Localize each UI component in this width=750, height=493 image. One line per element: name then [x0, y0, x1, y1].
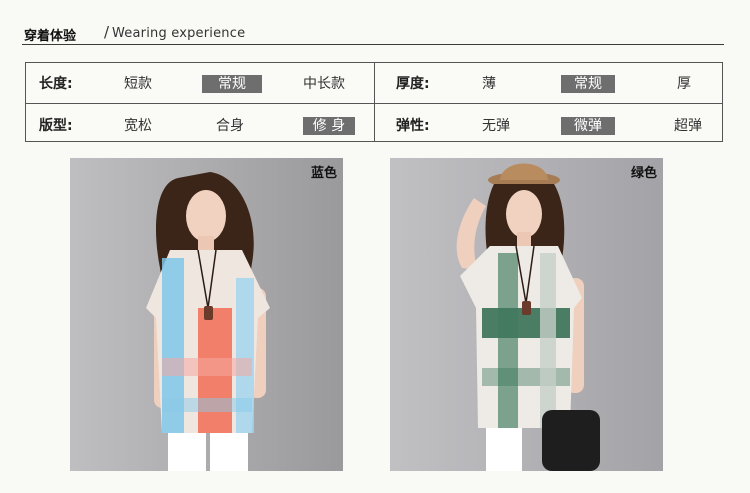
title-separator: /	[104, 23, 110, 41]
elasticity-option-none: 无弹	[482, 118, 510, 134]
length-option-regular: 常规	[202, 75, 262, 93]
elasticity-option-slight: 微弹	[561, 117, 615, 135]
spec-table: 长度: 短款 常规 中长款 厚度: 薄 常规 厚 版型: 宽松 合身 修 身 弹…	[25, 62, 723, 142]
column-divider	[374, 63, 375, 141]
thickness-option-regular: 常规	[561, 75, 615, 93]
elasticity-option-high: 超弹	[674, 118, 702, 134]
product-photo-green: 绿色	[390, 158, 663, 471]
color-label-blue: 蓝色	[310, 166, 337, 181]
fit-option-loose: 宽松	[124, 118, 152, 134]
color-label-green: 绿色	[630, 166, 657, 181]
length-option-short: 短款	[124, 76, 152, 92]
model-illustration	[390, 158, 663, 471]
model-illustration	[70, 158, 343, 471]
fit-option-regular: 合身	[216, 118, 244, 134]
product-photo-blue: 蓝色	[70, 158, 343, 471]
length-label: 长度:	[39, 76, 73, 92]
section-title-english: Wearing experience	[112, 26, 246, 41]
thickness-label: 厚度:	[396, 76, 430, 92]
section-title-chinese: 穿着体验	[24, 29, 77, 44]
elasticity-label: 弹性:	[396, 118, 430, 134]
length-option-midlong: 中长款	[303, 76, 345, 92]
thickness-option-thin: 薄	[482, 76, 496, 92]
section-header: 穿着体验 / Wearing experience	[22, 22, 724, 45]
fit-option-slim: 修 身	[303, 117, 355, 135]
fit-label: 版型:	[39, 118, 73, 134]
thickness-option-thick: 厚	[677, 76, 691, 92]
